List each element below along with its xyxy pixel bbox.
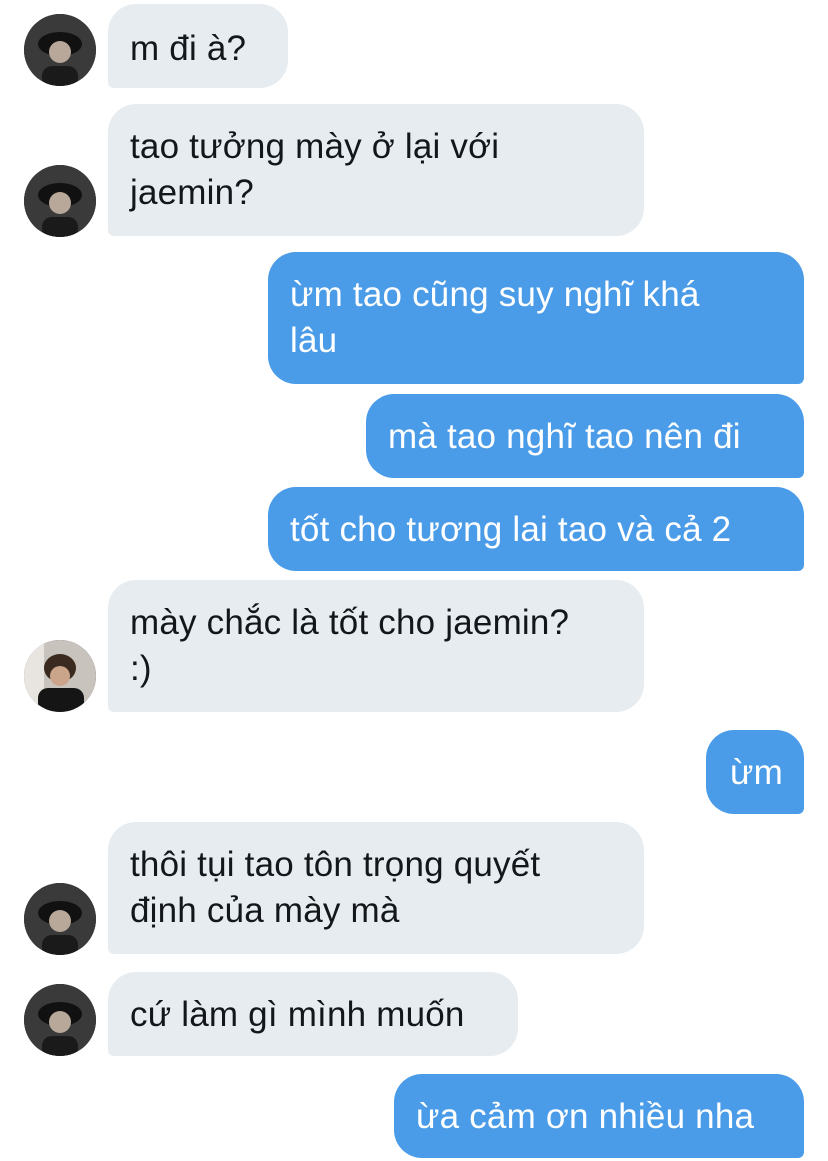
- incoming-message[interactable]: mày chắc là tốt cho jaemin? :): [108, 580, 644, 712]
- outgoing-message[interactable]: ừm tao cũng suy nghĩ khá lâu: [268, 252, 804, 384]
- outgoing-message[interactable]: ừm: [706, 730, 804, 814]
- incoming-message[interactable]: tao tưởng mày ở lại với jaemin?: [108, 104, 644, 236]
- incoming-message[interactable]: cứ làm gì mình muốn: [108, 972, 518, 1056]
- avatar[interactable]: [24, 984, 96, 1056]
- avatar-photo-icon: [24, 14, 96, 86]
- avatar-photo-icon: [24, 640, 96, 712]
- avatar-photo-icon: [24, 883, 96, 955]
- avatar[interactable]: [24, 165, 96, 237]
- avatar-photo-icon: [24, 165, 96, 237]
- avatar-photo-icon: [24, 984, 96, 1056]
- outgoing-message[interactable]: tốt cho tương lai tao và cả 2: [268, 487, 804, 571]
- incoming-message[interactable]: thôi tụi tao tôn trọng quyết định của mà…: [108, 822, 644, 954]
- avatar[interactable]: [24, 14, 96, 86]
- avatar[interactable]: [24, 883, 96, 955]
- incoming-message[interactable]: m đi à?: [108, 4, 288, 88]
- outgoing-message[interactable]: mà tao nghĩ tao nên đi: [366, 394, 804, 478]
- avatar[interactable]: [24, 640, 96, 712]
- outgoing-message[interactable]: ừa cảm ơn nhiều nha: [394, 1074, 804, 1158]
